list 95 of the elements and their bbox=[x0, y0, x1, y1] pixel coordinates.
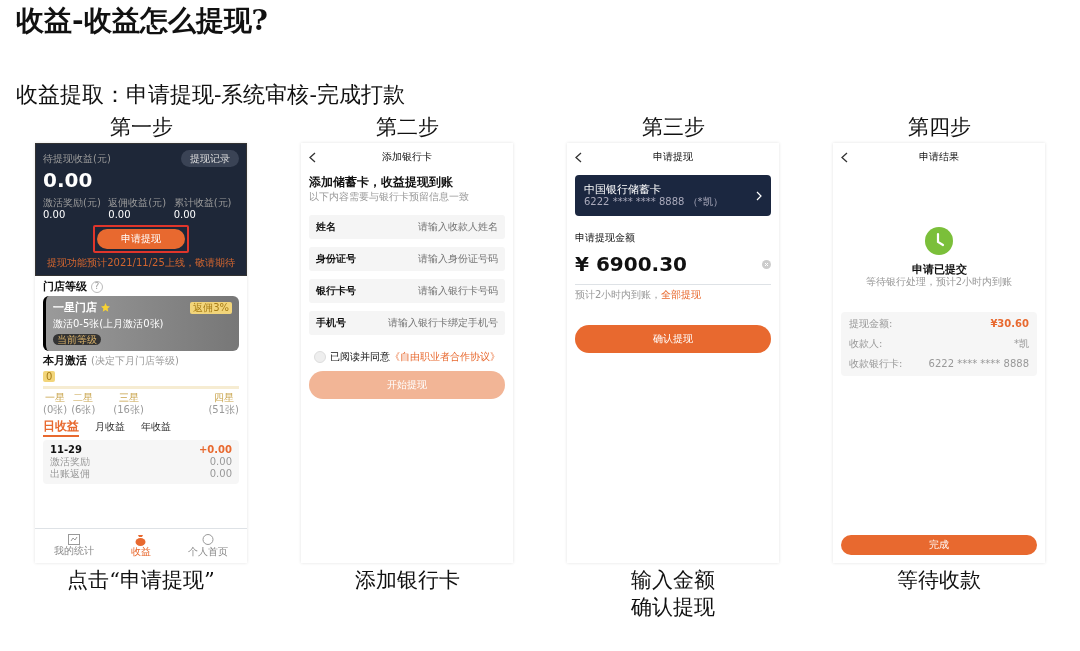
section-title: 本月激活 bbox=[43, 354, 87, 368]
section-note: (决定下月门店等级) bbox=[91, 355, 179, 368]
step-caption: 输入金额 确认提现 bbox=[631, 567, 715, 622]
back-icon[interactable] bbox=[841, 151, 848, 163]
detail-label: 收款人: bbox=[849, 338, 883, 351]
step-heading: 第一步 bbox=[109, 116, 173, 140]
nav-title: 申请结果 bbox=[918, 151, 960, 164]
nav-item[interactable]: 我的统计 bbox=[47, 533, 100, 560]
milestone-label: 一星 bbox=[44, 391, 67, 404]
milestone-label: 四星 bbox=[212, 391, 235, 404]
milestone-count: (0张) bbox=[43, 403, 68, 416]
step-caption: 等待收款 bbox=[897, 567, 981, 595]
stat-value: 0.00 bbox=[43, 209, 67, 222]
back-icon[interactable] bbox=[309, 151, 316, 163]
date-label: 11-29 bbox=[50, 444, 82, 457]
star-icon bbox=[101, 303, 110, 313]
input-field[interactable]: 请输入收款人姓名 bbox=[378, 221, 498, 234]
status-title: 申请已提交 bbox=[911, 263, 967, 277]
tab[interactable]: 年收益 bbox=[141, 420, 171, 435]
form-field[interactable]: 银行卡号 请输入银行卡号码 bbox=[309, 279, 505, 304]
milestone-count: (51张) bbox=[208, 403, 239, 416]
field-label: 银行卡号 bbox=[316, 285, 356, 298]
step-heading: 第四步 bbox=[907, 116, 971, 140]
form-field[interactable]: 身份证号 请输入身份证号码 bbox=[309, 247, 505, 272]
balance-amount: 0.00 bbox=[43, 168, 94, 193]
bank-card[interactable]: 中国银行储蓄卡 6222 **** **** 8888 （*凯） bbox=[575, 175, 771, 217]
activation-count: 0 bbox=[43, 370, 56, 382]
chevron-icon bbox=[756, 190, 762, 201]
level-name: 一星门店 bbox=[53, 301, 97, 315]
withdraw-button[interactable]: 申请提现 bbox=[97, 229, 185, 250]
input-field[interactable]: 请输入银行卡号码 bbox=[378, 285, 498, 298]
row-value: 0.00 bbox=[209, 468, 232, 481]
nav-item[interactable]: 个人首页 bbox=[182, 533, 235, 560]
nav-title: 申请提现 bbox=[652, 151, 694, 164]
confirm-button[interactable]: 确认提现 bbox=[575, 325, 771, 354]
detail-label: 提现金额: bbox=[849, 318, 893, 331]
clock-icon bbox=[925, 227, 953, 256]
milestone-count: (16张) bbox=[113, 403, 144, 416]
chat-icon bbox=[202, 534, 215, 547]
form-heading: 添加储蓄卡，收益提现到账 bbox=[309, 175, 454, 190]
stat-label: 激活奖励(元) bbox=[43, 197, 102, 210]
amount-label: 申请提现金额 bbox=[575, 232, 636, 245]
bank-name: 中国银行储蓄卡 bbox=[584, 183, 662, 197]
agreement-text: 已阅读并同意《自由职业者合作协议》 bbox=[330, 351, 500, 364]
stat-label: 累计收益(元) bbox=[173, 197, 233, 210]
form-field[interactable]: 姓名 请输入收款人姓名 bbox=[309, 215, 505, 240]
input-field[interactable]: 请输入身份证号码 bbox=[378, 253, 498, 266]
row-label: 出账返佣 bbox=[50, 468, 90, 481]
agreement-link[interactable]: 《自由职业者合作协议》 bbox=[390, 351, 500, 363]
detail-value: ¥30.60 bbox=[990, 318, 1029, 331]
row-value: 0.00 bbox=[209, 456, 232, 469]
withdraw-all-link[interactable]: 全部提现 bbox=[661, 289, 702, 301]
slide-title: 收益-收益怎么提现? bbox=[16, 4, 270, 38]
agreement-checkbox[interactable] bbox=[314, 351, 326, 364]
stat-label: 返佣收益(元) bbox=[108, 197, 168, 210]
milestone-count: (6张) bbox=[71, 403, 96, 416]
balance-label: 待提现收益(元) bbox=[43, 152, 111, 165]
tab[interactable]: 月收益 bbox=[95, 420, 125, 435]
amount-value: ¥ 6900.30 bbox=[575, 252, 687, 277]
card-number: 6222 **** **** 8888 （*凯） bbox=[584, 196, 723, 209]
milestone-label: 二星 bbox=[72, 391, 95, 404]
nav-title: 添加银行卡 bbox=[381, 151, 433, 164]
milestone-label: 三星 bbox=[117, 391, 140, 404]
level-description: 激活0-5张(上月激活0张) bbox=[53, 318, 165, 331]
tab[interactable]: 日收益 bbox=[43, 418, 79, 438]
step-heading: 第二步 bbox=[375, 116, 439, 140]
nav-item[interactable]: 收益 bbox=[125, 533, 157, 560]
step-heading: 第三步 bbox=[641, 116, 705, 140]
input-field[interactable]: 请输入银行卡绑定手机号 bbox=[378, 317, 498, 330]
form-field[interactable]: 手机号 请输入银行卡绑定手机号 bbox=[309, 311, 505, 336]
row-label: 激活奖励 bbox=[50, 456, 90, 468]
current-level-tag: 当前等级 bbox=[53, 334, 101, 346]
step-caption: 添加银行卡 bbox=[354, 567, 460, 595]
records-button[interactable]: 提现记录 bbox=[181, 150, 239, 168]
day-total: +0.00 bbox=[198, 444, 232, 457]
detail-value: *凯 bbox=[1014, 338, 1029, 351]
rate-tag: 返佣3% bbox=[190, 301, 232, 314]
section-title: 门店等级 bbox=[43, 280, 87, 294]
status-text: 等待银行处理，预计2小时内到账 bbox=[865, 276, 1013, 289]
detail-label: 收款银行卡: bbox=[849, 358, 903, 371]
chart-icon bbox=[67, 534, 80, 546]
field-label: 身份证号 bbox=[316, 253, 356, 266]
bag-icon bbox=[135, 534, 147, 547]
slide-subtitle: 收益提取：申请提现-系统审核-完成打款 bbox=[16, 81, 406, 108]
eta-text: 预计2小时内到账，全部提现 bbox=[575, 289, 703, 302]
stat-value: 0.00 bbox=[108, 209, 132, 222]
done-button[interactable]: 完成 bbox=[841, 535, 1037, 556]
notice-text: 提现功能预计2021/11/25上线，敬请期待 bbox=[46, 257, 236, 270]
step-caption: 点击“申请提现” bbox=[67, 567, 215, 595]
back-icon[interactable] bbox=[575, 151, 582, 163]
detail-value: 6222 **** **** 8888 bbox=[928, 358, 1029, 371]
field-label: 姓名 bbox=[316, 221, 336, 234]
clear-icon bbox=[762, 259, 771, 269]
stat-value: 0.00 bbox=[173, 209, 197, 222]
field-label: 手机号 bbox=[316, 317, 346, 330]
